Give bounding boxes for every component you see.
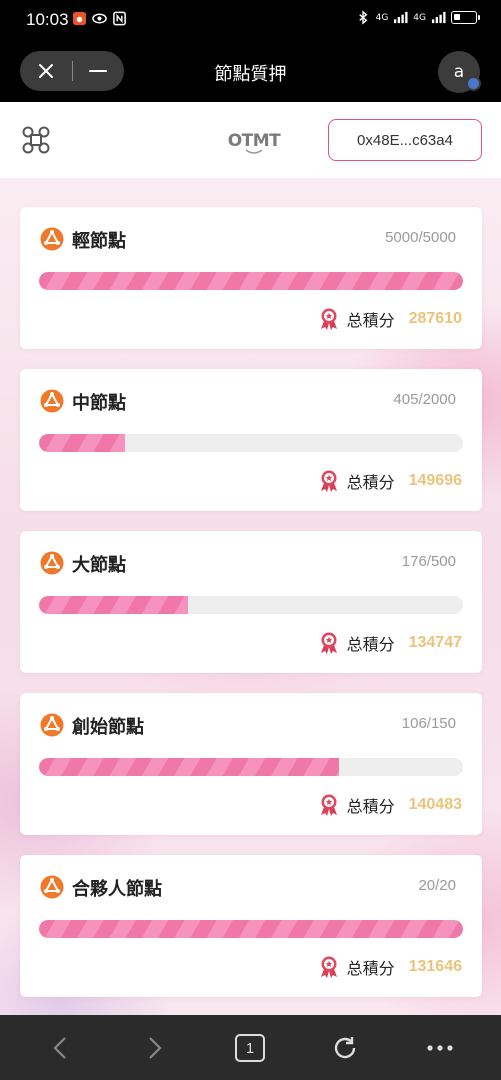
node-name: 創始節點 [72,717,144,738]
signal-icon [394,11,408,24]
status-left-icons [72,11,127,26]
progress-fill [39,596,189,614]
signal-icon [431,11,446,24]
node-icon [40,551,64,575]
tabs-button[interactable]: 1 [235,1033,265,1063]
node-name: 大節點 [72,555,126,576]
network-label-2: 4G [413,12,426,23]
avatar-badge-icon [466,76,481,91]
back-button[interactable] [45,1033,75,1063]
node-count: 176/500 [401,553,456,570]
browser-bottom-nav: 1 [0,1015,501,1080]
app-header: 節點質押 a [0,40,501,102]
points-label: 总積分 [346,473,395,492]
points-value: 134747 [408,634,462,651]
node-icon [40,227,64,251]
medal-icon [320,470,337,492]
points-value: 149696 [408,472,462,489]
page-title: 節點質押 [214,64,287,85]
points-row: 总積分 287610 [319,307,462,331]
progress-bar [39,596,463,614]
status-right: 4G 4G [356,10,480,25]
points-label: 总積分 [346,959,395,978]
progress-fill [39,434,125,452]
avatar-letter: a [453,62,465,82]
node-count: 405/2000 [393,391,456,408]
wallet-address-button[interactable]: 0x48E...c63a4 [328,119,482,161]
weibo-icon [72,11,87,26]
refresh-icon [334,1037,356,1059]
bluetooth-icon [358,10,367,25]
node-name: 輕節點 [72,231,126,252]
top-bar: OTMT 0x48E...c63a4 [0,102,501,178]
forward-icon [149,1037,162,1059]
back-icon [53,1037,66,1059]
node-name: 合夥人節點 [72,879,162,900]
progress-bar [39,272,463,290]
nfc-icon [113,11,126,26]
node-name: 中節點 [72,393,126,414]
node-count: 5000/5000 [385,229,456,246]
medal-icon [320,632,337,654]
more-button[interactable] [425,1033,455,1063]
points-row: 总積分 131646 [319,955,462,979]
medal-icon [320,794,337,816]
logo-text: OTMT [228,131,281,151]
progress-bar [39,758,463,776]
node-card[interactable]: 合夥人節點 20/20 总積分 131646 [20,855,482,997]
points-row: 总積分 149696 [319,469,462,493]
points-label: 总積分 [346,635,395,654]
node-icon [40,389,64,413]
progress-fill [39,758,339,776]
network-label-1: 4G [375,12,389,23]
node-count: 20/20 [418,877,456,894]
page-content: OTMT 0x48E...c63a4 輕節點 5000/5000 总積分 287… [0,102,501,1015]
points-row: 总積分 134747 [319,631,462,655]
menu-icon[interactable] [20,124,52,156]
points-value: 140483 [408,796,462,813]
node-card[interactable]: 輕節點 5000/5000 总積分 287610 [20,207,482,349]
status-bar: 10:03 4G 4G [0,0,501,40]
node-card[interactable]: 創始節點 106/150 总積分 140483 [20,693,482,835]
medal-icon [320,308,337,330]
progress-fill [39,272,463,290]
node-icon [40,713,64,737]
avatar[interactable]: a [438,51,481,93]
otmt-logo: OTMT [228,131,282,154]
points-value: 287610 [408,310,462,327]
node-card[interactable]: 中節點 405/2000 总積分 149696 [20,369,482,511]
points-label: 总積分 [346,311,395,330]
node-count: 106/150 [401,715,456,732]
forward-button[interactable] [140,1033,170,1063]
points-row: 总積分 140483 [319,793,462,817]
points-value: 131646 [408,958,462,975]
tabs-icon: 1 [235,1034,265,1062]
refresh-button[interactable] [330,1033,360,1063]
node-list: 輕節點 5000/5000 总積分 287610 中節點 405/2000 总積… [20,207,482,1015]
progress-bar [39,920,463,938]
battery-icon [451,11,480,24]
eye-icon [92,13,107,24]
node-icon [40,875,64,899]
node-card[interactable]: 大節點 176/500 总積分 134747 [20,531,482,673]
progress-fill [39,920,463,938]
more-icon [427,1045,453,1051]
points-label: 总積分 [346,797,395,816]
progress-bar [39,434,463,452]
medal-icon [320,956,337,978]
status-time: 10:03 [26,10,69,29]
